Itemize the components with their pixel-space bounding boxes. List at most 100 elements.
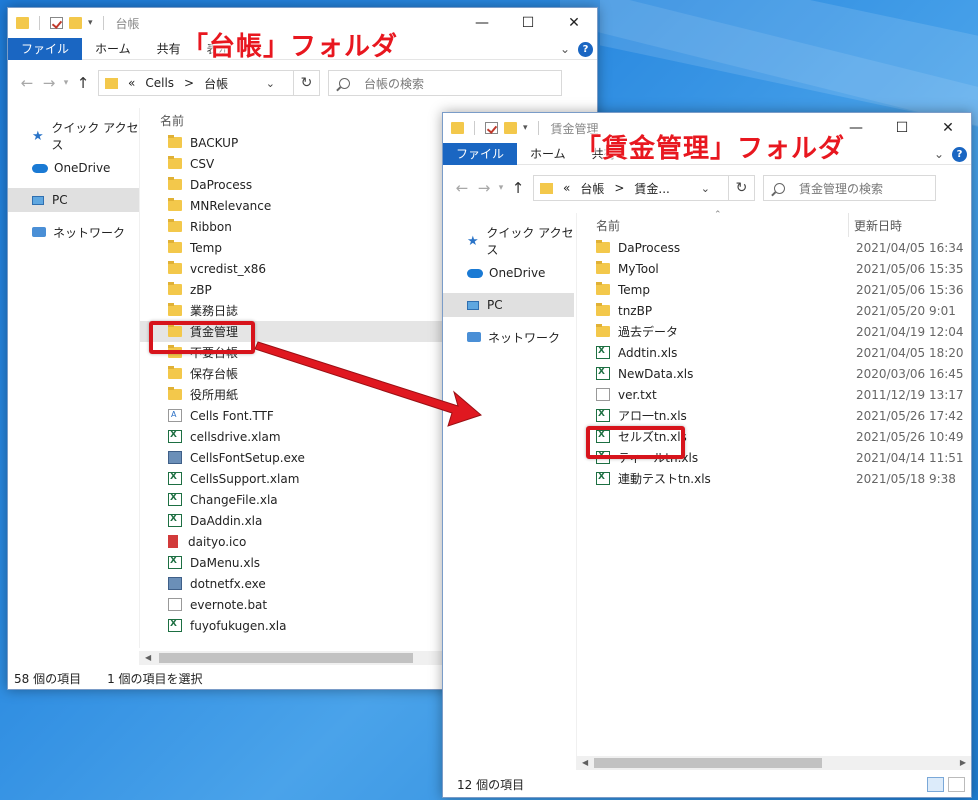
horizontal-scrollbar[interactable]: ◀ ▶ <box>576 756 971 770</box>
search-placeholder: 賃金管理の検索 <box>799 181 884 196</box>
quick-access-dropdown-icon[interactable]: ▾ <box>523 123 528 133</box>
folder-icon <box>168 282 182 295</box>
file-row[interactable]: Addtin.xls 2021/04/05 18:20 <box>586 342 971 363</box>
properties-icon[interactable] <box>50 17 63 29</box>
up-icon[interactable]: ↑ <box>507 179 529 197</box>
window-title: 台帳 <box>115 16 140 31</box>
scroll-thumb[interactable] <box>594 758 822 768</box>
scroll-left-icon[interactable]: ◀ <box>582 758 588 767</box>
quick-access-dropdown-icon[interactable]: ▾ <box>88 18 93 28</box>
recent-dropdown-icon[interactable]: ▾ <box>60 78 72 88</box>
back-icon[interactable]: ← <box>16 74 38 92</box>
nav-quick-access[interactable]: ★ クイック アクセス <box>443 226 574 257</box>
maximize-button[interactable]: ☐ <box>505 8 551 38</box>
address-overflow[interactable]: « <box>128 76 135 90</box>
excel-icon <box>168 430 182 443</box>
breadcrumb-separator[interactable]: > <box>614 181 624 195</box>
address-row: ← → ▾ ↑ « 台帳 > 賃金... ⌄ ↻ 賃金管理の検索 <box>443 171 971 205</box>
folder-icon <box>596 324 610 337</box>
address-dropdown-icon[interactable]: ⌄ <box>266 77 275 90</box>
file-name: tnzBP <box>618 303 653 318</box>
close-button[interactable]: ✕ <box>551 8 597 38</box>
nav-network[interactable]: ネットワーク <box>443 325 574 349</box>
close-button[interactable]: ✕ <box>925 113 971 143</box>
file-name: 業務日誌 <box>190 304 239 318</box>
properties-icon[interactable] <box>485 122 498 134</box>
minimize-button[interactable]: — <box>459 8 505 38</box>
maximize-button[interactable]: ☐ <box>879 113 925 143</box>
recent-dropdown-icon[interactable]: ▾ <box>495 183 507 193</box>
scroll-left-icon[interactable]: ◀ <box>145 653 151 662</box>
up-icon[interactable]: ↑ <box>72 74 94 92</box>
file-row[interactable]: アロ一tn.xls 2021/05/26 17:42 <box>586 405 971 426</box>
breadcrumb-daicho[interactable]: 台帳 <box>580 180 604 197</box>
ribbon-expand-icon[interactable]: ⌄ <box>560 42 570 56</box>
folder-row[interactable]: 過去データ 2021/04/19 12:04 <box>586 321 971 342</box>
file-date: 2021/04/05 16:34 <box>856 240 964 255</box>
cloud-icon <box>467 268 483 278</box>
breadcrumb-cells[interactable]: Cells <box>145 76 174 90</box>
large-icons-view-icon[interactable] <box>948 776 965 792</box>
folder-icon <box>596 282 610 295</box>
nav-pc[interactable]: PC <box>8 188 139 212</box>
folder-row[interactable]: DaProcess 2021/04/05 16:34 <box>586 237 971 258</box>
address-bar[interactable]: « Cells > 台帳 ⌄ <box>98 70 294 96</box>
breadcrumb-daicho[interactable]: 台帳 <box>204 75 228 92</box>
nav-onedrive[interactable]: OneDrive <box>443 261 574 285</box>
file-name: CellsFontSetup.exe <box>190 450 305 465</box>
nav-pc[interactable]: PC <box>443 293 574 317</box>
highlight-box-serusu-file <box>586 426 685 459</box>
file-name: 役所用紙 <box>190 388 239 402</box>
folder-row[interactable]: tnzBP 2021/05/20 9:01 <box>586 300 971 321</box>
breadcrumb-chingin[interactable]: 賃金... <box>634 180 669 197</box>
folder-icon <box>168 387 182 400</box>
folder-row[interactable]: MyTool 2021/05/06 15:35 <box>586 258 971 279</box>
excel-icon <box>596 409 610 422</box>
scroll-right-icon[interactable]: ▶ <box>960 758 966 767</box>
folder-icon <box>168 156 182 169</box>
file-date: 2020/03/06 16:45 <box>856 366 964 381</box>
ribbon-expand-icon[interactable]: ⌄ <box>934 147 944 161</box>
folder-icon <box>168 261 182 274</box>
pane-divider <box>576 213 577 758</box>
refresh-button[interactable]: ↻ <box>729 175 755 201</box>
file-date: 2021/04/19 12:04 <box>856 324 964 339</box>
address-bar[interactable]: « 台帳 > 賃金... ⌄ <box>533 175 729 201</box>
column-header-name[interactable]: 名前 <box>596 217 620 234</box>
forward-icon[interactable]: → <box>473 179 495 197</box>
file-row[interactable]: ver.txt 2011/12/19 13:17 <box>586 384 971 405</box>
file-name: BACKUP <box>190 135 239 150</box>
folder-icon <box>168 135 182 148</box>
search-icon <box>339 77 350 89</box>
forward-icon[interactable]: → <box>38 74 60 92</box>
search-box[interactable]: 賃金管理の検索 <box>763 175 936 201</box>
back-icon[interactable]: ← <box>451 179 473 197</box>
help-icon[interactable]: ? <box>578 41 593 57</box>
tab-file[interactable]: ファイル <box>443 142 518 165</box>
folder-row[interactable]: Temp 2021/05/06 15:36 <box>586 279 971 300</box>
file-row[interactable]: 連動テストtn.xls 2021/05/18 9:38 <box>586 468 971 489</box>
nav-quick-access[interactable]: ★ クイック アクセス <box>8 121 139 152</box>
address-dropdown-icon[interactable]: ⌄ <box>701 182 710 195</box>
search-box[interactable]: 台帳の検索 <box>328 70 562 96</box>
help-icon[interactable]: ? <box>952 146 967 162</box>
nav-network[interactable]: ネットワーク <box>8 220 139 244</box>
refresh-button[interactable]: ↻ <box>294 70 320 96</box>
status-item-count: 58 個の項目 <box>14 671 82 686</box>
column-header-date[interactable]: 更新日時 <box>854 217 902 234</box>
details-view-icon[interactable] <box>927 776 944 792</box>
search-placeholder: 台帳の検索 <box>364 76 425 91</box>
scroll-thumb[interactable] <box>159 653 413 663</box>
excel-icon <box>596 346 610 359</box>
new-folder-icon[interactable] <box>504 122 517 134</box>
file-name: CellsSupport.xlam <box>190 471 300 486</box>
tab-home[interactable]: ホーム <box>517 143 579 165</box>
breadcrumb-separator[interactable]: > <box>184 76 194 90</box>
annotation-label-daicho: 「台帳」フォルダ <box>182 32 399 62</box>
new-folder-icon[interactable] <box>69 17 82 29</box>
tab-home[interactable]: ホーム <box>82 38 144 60</box>
tab-file[interactable]: ファイル <box>8 37 83 60</box>
nav-onedrive[interactable]: OneDrive <box>8 156 139 180</box>
address-overflow[interactable]: « <box>563 181 570 195</box>
file-row[interactable]: NewData.xls 2020/03/06 16:45 <box>586 363 971 384</box>
